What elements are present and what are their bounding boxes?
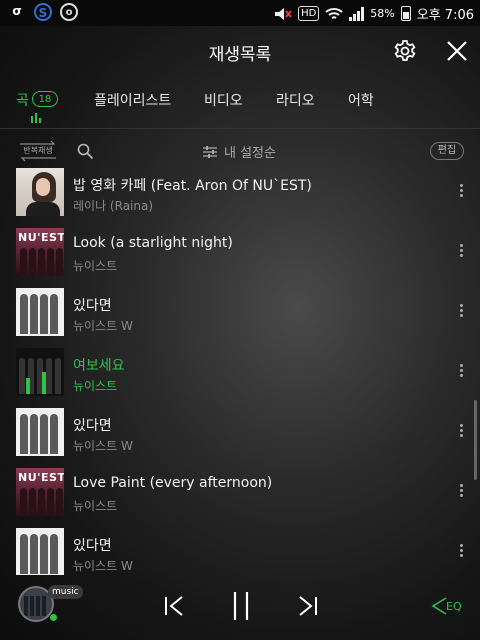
tab-songs-label: 곡 [16,93,29,109]
more-options-icon[interactable] [454,422,468,442]
clock: 오후 7:06 [416,8,474,23]
tab-divider [0,128,480,129]
more-options-icon[interactable] [454,482,468,502]
album-thumbnail [16,288,64,336]
song-title: 있다면 [73,298,112,314]
song-title: 여보세요 [73,358,125,374]
more-options-icon[interactable] [454,182,468,202]
repeat-label: 반복재생 [23,146,53,155]
status-bar: σ S o HD 58% 오후 7:06 [0,0,480,26]
tab-playlist[interactable]: 플레이리스트 [94,90,171,110]
song-artist: 뉴이스트 W [73,439,133,453]
app-sigma-icon: σ [12,4,22,18]
more-options-icon[interactable] [454,362,468,382]
list-item[interactable]: NU'EST Look (a starlight night) 뉴이스트 [0,222,480,282]
tab-radio-label: 라디오 [276,93,315,109]
more-options-icon[interactable] [454,542,468,562]
list-item-now-playing[interactable]: 여보세요 뉴이스트 [0,342,480,402]
sort-sliders-icon [203,145,217,158]
album-logo: NU'EST [18,471,64,484]
status-app-icons: σ S o [8,3,78,21]
list-scrollbar[interactable] [474,400,477,480]
tab-radio[interactable]: 라디오 [276,90,315,110]
album-thumbnail [16,528,64,575]
song-artist: 뉴이스트 [73,379,118,393]
battery-percent: 58% [370,7,395,20]
song-title: Love Paint (every afternoon) [73,475,273,491]
previous-track-icon[interactable] [162,594,186,618]
tab-songs[interactable]: 곡 [16,90,29,110]
album-thumbnail: NU'EST [16,228,64,276]
list-item[interactable]: NU'EST Love Paint (every afternoon) 뉴이스트 [0,462,480,522]
list-toolbar: 반복재생 내 설정순 편집 [0,138,480,168]
song-title: 있다면 [73,538,112,554]
tab-bar: 곡 18 플레이리스트 비디오 라디오 어학 [0,84,480,124]
sort-label: 내 설정순 [224,146,276,161]
album-thumbnail [16,408,64,456]
music-tag: music [48,585,83,599]
status-indicators: HD 58% 오후 7:06 [274,4,474,23]
more-options-icon[interactable] [454,242,468,262]
album-thumbnail: NU'EST [16,468,64,516]
song-title: 있다면 [73,418,112,434]
song-title: 밥 영화 카페 (Feat. Aron Of NU`EST) [73,178,312,194]
tab-video[interactable]: 비디오 [204,90,243,110]
tab-language[interactable]: 어학 [348,90,374,110]
list-item[interactable]: 있다면 뉴이스트 W [0,522,480,575]
now-playing-bars-icon [31,113,41,123]
signal-icon [349,6,365,21]
equalizer-button[interactable]: EQ [430,596,462,616]
song-artist: 뉴이스트 [73,259,118,273]
pause-icon[interactable] [228,590,254,622]
tab-language-label: 어학 [348,93,374,109]
list-item[interactable]: 밥 영화 카페 (Feat. Aron Of NU`EST) 레이나 (Rain… [0,168,480,222]
song-artist: 뉴이스트 [73,499,118,513]
header: 재생목록 [0,26,480,76]
hd-voice-icon: HD [298,6,320,21]
mute-icon [275,7,292,20]
list-item[interactable]: 있다면 뉴이스트 W [0,282,480,342]
equalizer-label: EQ [446,599,462,613]
song-title: Look (a starlight night) [73,235,233,251]
album-thumbnail [16,168,64,216]
player-bar: music EQ [0,576,480,640]
sort-button[interactable]: 내 설정순 [202,142,276,161]
album-logo: NU'EST [18,231,64,244]
song-list: 밥 영화 카페 (Feat. Aron Of NU`EST) 레이나 (Rain… [0,168,480,575]
more-options-icon[interactable] [454,302,468,322]
tab-video-label: 비디오 [204,93,243,109]
list-item[interactable]: 있다면 뉴이스트 W [0,402,480,462]
gear-icon[interactable] [392,38,418,64]
next-track-icon[interactable] [296,594,320,618]
song-artist: 뉴이스트 W [73,559,133,573]
album-thumbnail [16,348,64,396]
wifi-icon [325,7,343,19]
repeat-button[interactable]: 반복재생 [16,140,60,162]
search-icon[interactable] [76,142,94,160]
battery-icon [400,6,411,21]
song-count-badge: 18 [32,91,58,107]
close-icon[interactable] [444,38,470,64]
song-artist: 레이나 (Raina) [73,199,154,213]
app-o-icon: o [60,3,78,21]
edit-button[interactable]: 편집 [430,142,464,160]
song-artist: 뉴이스트 W [73,319,133,333]
app-s-icon: S [34,3,52,21]
tab-playlist-label: 플레이리스트 [94,93,172,109]
playing-indicator-dot [50,614,57,621]
